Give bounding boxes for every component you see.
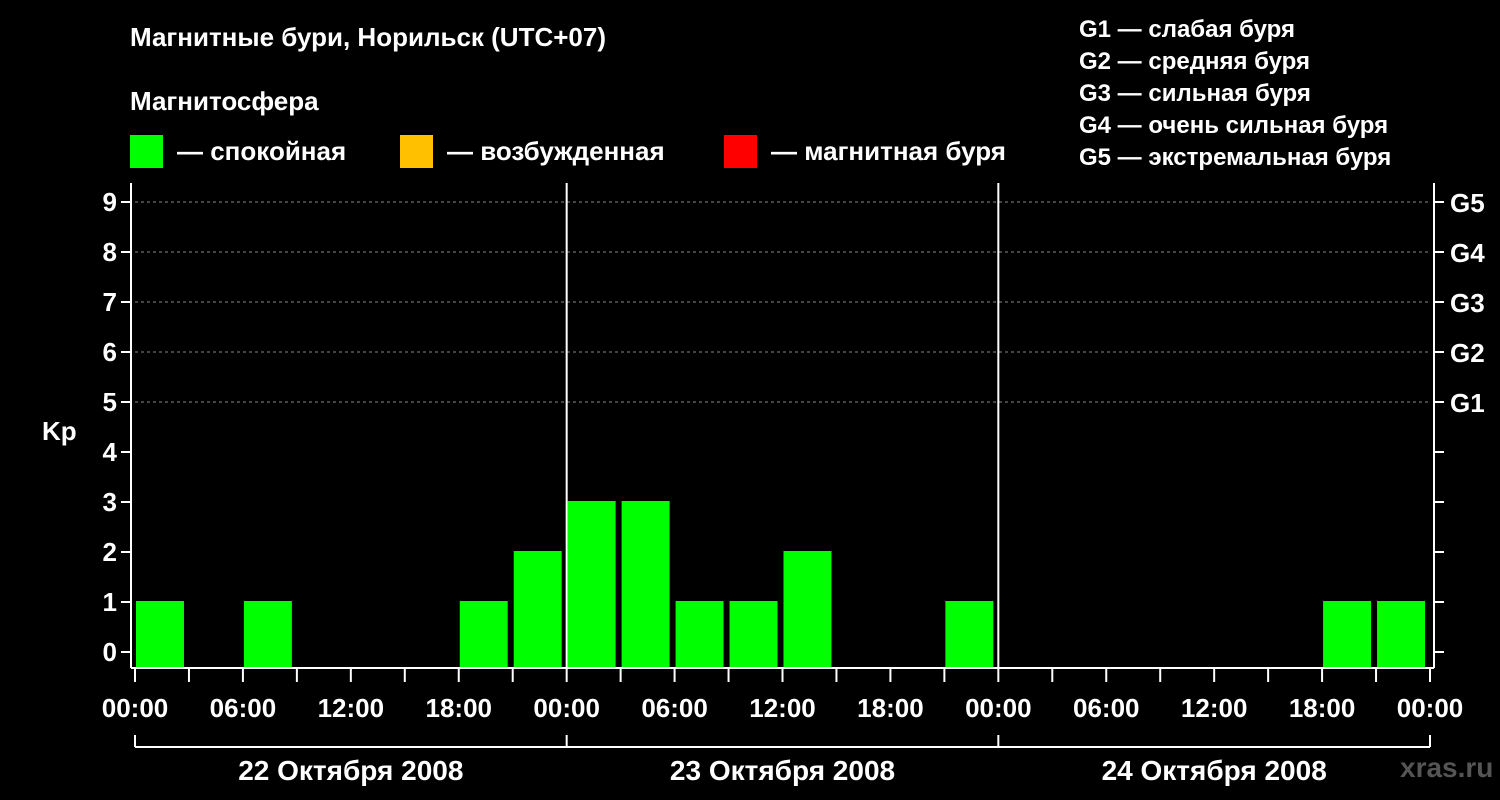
kp-bar-chart: 0 1 2 3 4 5 6 7 8 9 G1 G2 G3 G4 G5 Kp 00:00 06:00 12:00 18:… — [42, 183, 1485, 786]
y-tick-label: 9 — [103, 187, 117, 217]
y-tick-label: 5 — [103, 387, 117, 417]
y-tick-label: 7 — [103, 287, 117, 317]
x-tick-label: 18:00 — [1289, 693, 1356, 723]
bar — [1377, 601, 1425, 667]
g-level-label: G5 — [1450, 188, 1485, 218]
x-tick-label: 00:00 — [533, 693, 600, 723]
bar — [243, 601, 292, 667]
bar — [136, 601, 184, 667]
x-tick-label: 00:00 — [965, 693, 1032, 723]
x-tick-label: 00:00 — [1397, 693, 1464, 723]
g-level-label: G1 — [1450, 388, 1485, 418]
g-level-label: G2 — [1450, 338, 1485, 368]
y-tick-label: 8 — [103, 237, 117, 267]
x-tick-label: 06:00 — [1073, 693, 1140, 723]
y-tick-label: 0 — [103, 637, 117, 667]
bar — [1323, 601, 1372, 667]
y-tick-label: 1 — [103, 587, 117, 617]
x-tick-label: 18:00 — [857, 693, 924, 723]
g-level-label: G4 — [1450, 238, 1485, 268]
bar — [675, 601, 724, 667]
y-axis-title: Kp — [42, 416, 77, 446]
day-label: 22 Октября 2008 — [238, 755, 463, 786]
bar — [513, 551, 562, 667]
bar — [783, 551, 832, 667]
x-tick-label: 12:00 — [1181, 693, 1248, 723]
bar — [945, 601, 994, 667]
y-tick-label: 2 — [103, 537, 117, 567]
watermark: xras.ru — [1400, 752, 1494, 783]
y-tick-label: 4 — [103, 437, 118, 467]
day-label: 23 Октября 2008 — [670, 755, 895, 786]
x-tick-label: 06:00 — [641, 693, 708, 723]
bar — [729, 601, 778, 667]
bar — [459, 601, 508, 667]
bar — [567, 501, 616, 667]
day-label: 24 Октября 2008 — [1102, 755, 1327, 786]
y-tick-label: 3 — [103, 487, 117, 517]
x-tick-label: 18:00 — [426, 693, 493, 723]
x-tick-label: 12:00 — [749, 693, 816, 723]
x-tick-label: 00:00 — [102, 693, 169, 723]
g-level-label: G3 — [1450, 288, 1485, 318]
x-tick-label: 06:00 — [210, 693, 277, 723]
x-tick-label: 12:00 — [318, 693, 385, 723]
bar — [621, 501, 670, 667]
y-tick-label: 6 — [103, 337, 117, 367]
